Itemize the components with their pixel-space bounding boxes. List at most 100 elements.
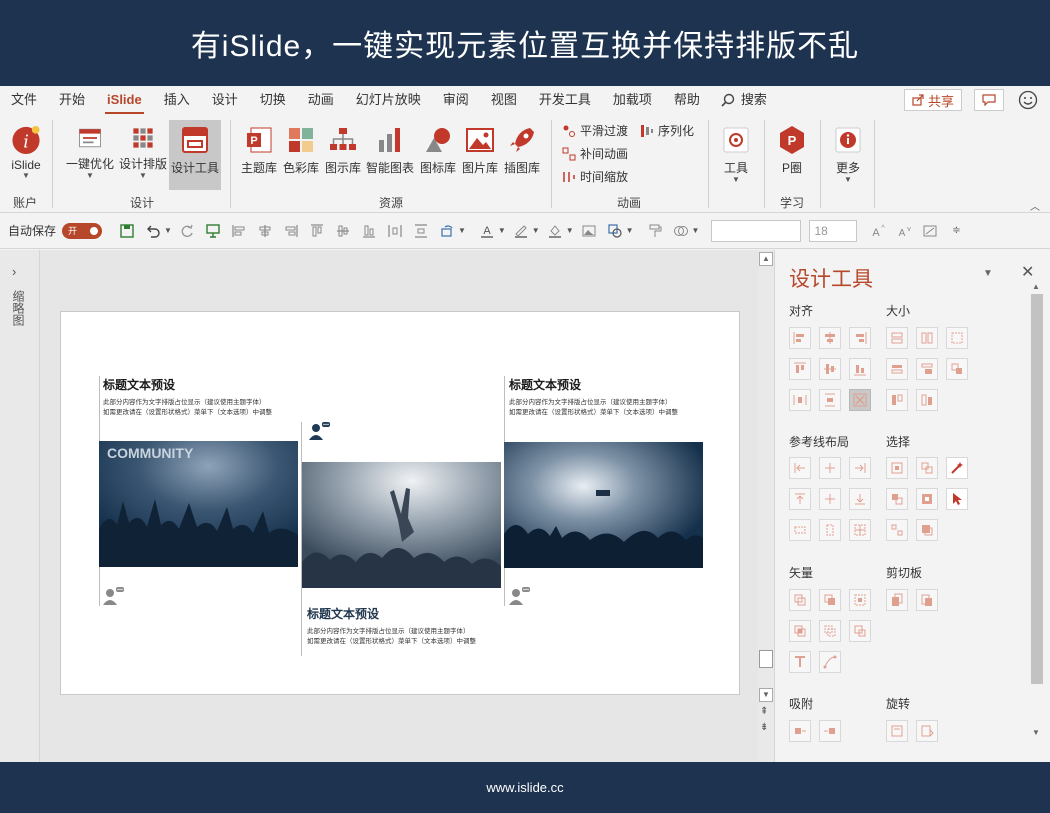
panel-scroll-up-icon[interactable]: ▲ bbox=[1032, 282, 1040, 291]
vector-subtract-tool[interactable] bbox=[819, 620, 841, 642]
align-top-icon[interactable] bbox=[306, 220, 328, 242]
vector-combine-tool[interactable] bbox=[819, 589, 841, 611]
one-click-optimize-button[interactable]: 一键优化 ▼ bbox=[62, 120, 118, 180]
serialize-button[interactable]: 序列化 bbox=[640, 122, 694, 139]
redo-icon[interactable] bbox=[176, 220, 198, 242]
guide-margin-h-tool[interactable] bbox=[789, 519, 811, 541]
guide-center-tool[interactable] bbox=[819, 457, 841, 479]
distribute-vertical-icon[interactable] bbox=[410, 220, 432, 242]
format-painter-icon[interactable] bbox=[644, 220, 666, 242]
align-right-icon[interactable] bbox=[280, 220, 302, 242]
feedback-smiley-icon[interactable] bbox=[1018, 90, 1038, 110]
align-middle-icon[interactable] bbox=[332, 220, 354, 242]
decrease-font-icon[interactable]: Av bbox=[893, 220, 915, 242]
color-library-button[interactable]: 色彩库 bbox=[281, 120, 321, 176]
search-box[interactable]: 搜索 bbox=[711, 86, 778, 114]
share-button[interactable]: 共享 bbox=[903, 89, 962, 111]
rotate-left-tool[interactable] bbox=[886, 720, 908, 742]
tab-review[interactable]: 审阅 bbox=[432, 86, 480, 114]
select-same-size-tool[interactable] bbox=[916, 457, 938, 479]
align-bottom-icon[interactable] bbox=[358, 220, 380, 242]
cursor-select-tool[interactable] bbox=[946, 488, 968, 510]
close-icon[interactable]: ✕ bbox=[1021, 262, 1034, 282]
chevron-down-icon[interactable]: ▼ bbox=[532, 226, 540, 235]
align-left-tool[interactable] bbox=[789, 327, 811, 349]
slide-scrollbar[interactable]: ▲ ▼ ⇞ ⇟ bbox=[758, 250, 774, 762]
fill-height-tool[interactable] bbox=[886, 389, 908, 411]
tab-help[interactable]: 帮助 bbox=[663, 86, 711, 114]
tab-insert[interactable]: 插入 bbox=[153, 86, 201, 114]
photo-concert-phones[interactable] bbox=[504, 442, 703, 568]
snap-left-tool[interactable] bbox=[789, 720, 811, 742]
shapes-icon[interactable] bbox=[604, 220, 626, 242]
paste-tool[interactable] bbox=[916, 589, 938, 611]
align-bottom-tool[interactable] bbox=[849, 358, 871, 380]
clear-format-icon[interactable] bbox=[919, 220, 941, 242]
guide-middle-tool[interactable] bbox=[819, 488, 841, 510]
select-similar-tool[interactable] bbox=[886, 519, 908, 541]
chevron-down-icon[interactable]: ▼ bbox=[458, 226, 466, 235]
tab-file[interactable]: 文件 bbox=[0, 86, 48, 114]
next-slide-icon[interactable]: ⇟ bbox=[760, 722, 768, 733]
select-same-fill-tool[interactable] bbox=[886, 488, 908, 510]
font-size-select[interactable]: 18 bbox=[809, 219, 858, 242]
swap-position-tool[interactable] bbox=[849, 389, 871, 411]
stretch-height-tool[interactable] bbox=[916, 358, 938, 380]
font-color-icon[interactable]: A bbox=[476, 220, 498, 242]
vector-split-tool[interactable] bbox=[849, 620, 871, 642]
slide-title-right[interactable]: 标题文本预设 bbox=[509, 376, 581, 393]
align-top-tool[interactable] bbox=[789, 358, 811, 380]
more-button[interactable]: 更多 ▼ bbox=[828, 120, 868, 184]
slide-text-right-1[interactable]: 此部分内容作为文字排版占位显示（建议使用主题字体） bbox=[509, 398, 672, 408]
theme-library-button[interactable]: P 主题库 bbox=[238, 120, 280, 176]
align-center-tool[interactable] bbox=[819, 327, 841, 349]
tab-design[interactable]: 设计 bbox=[201, 86, 249, 114]
increase-font-icon[interactable]: A ^ bbox=[867, 220, 889, 242]
fill-color-icon[interactable] bbox=[544, 220, 566, 242]
line-color-icon[interactable] bbox=[510, 220, 532, 242]
same-height-tool[interactable] bbox=[916, 327, 938, 349]
tab-addins[interactable]: 加载项 bbox=[602, 86, 663, 114]
scroll-thumb[interactable] bbox=[759, 650, 773, 668]
font-name-select[interactable] bbox=[711, 219, 802, 242]
chevron-down-icon[interactable]: ▼ bbox=[626, 226, 634, 235]
photo-concert-hands[interactable] bbox=[302, 462, 501, 588]
tab-view[interactable]: 视图 bbox=[480, 86, 528, 114]
slide-text-left-2[interactable]: 如需更改请在（设置形状格式）菜单下（文本选项）中调整 bbox=[103, 408, 272, 418]
rotate-right-tool[interactable] bbox=[916, 720, 938, 742]
vector-union-tool[interactable] bbox=[789, 589, 811, 611]
fill-width-tool[interactable] bbox=[916, 389, 938, 411]
slide[interactable]: 标题文本预设 此部分内容作为文字排版占位显示（建议使用主题字体） 如需更改请在（… bbox=[60, 311, 740, 695]
tab-slideshow[interactable]: 幻灯片放映 bbox=[345, 86, 432, 114]
match-size-tool[interactable] bbox=[946, 358, 968, 380]
distribute-vertical-tool[interactable] bbox=[819, 389, 841, 411]
comments-button[interactable] bbox=[974, 89, 1004, 111]
present-icon[interactable] bbox=[202, 220, 224, 242]
slide-text-middle-1[interactable]: 此部分内容作为文字排版占位显示（建议使用主题字体） bbox=[307, 627, 470, 637]
image-library-button[interactable]: 图片库 bbox=[459, 120, 501, 176]
edit-points-tool[interactable] bbox=[819, 651, 841, 673]
design-layout-button[interactable]: 设计排版 ▼ bbox=[116, 120, 170, 180]
guide-bottom-tool[interactable] bbox=[849, 488, 871, 510]
stretch-width-tool[interactable] bbox=[886, 358, 908, 380]
tools-button[interactable]: 工具 ▼ bbox=[716, 120, 756, 184]
autosave-toggle[interactable]: 开 bbox=[62, 222, 103, 239]
undo-icon[interactable] bbox=[142, 220, 164, 242]
vector-intersect-tool[interactable] bbox=[789, 620, 811, 642]
panel-scrollbar[interactable] bbox=[1031, 294, 1043, 684]
guide-grid-tool[interactable] bbox=[849, 519, 871, 541]
diagram-library-button[interactable]: 图示库 bbox=[322, 120, 364, 176]
tab-home[interactable]: 开始 bbox=[48, 86, 96, 114]
customize-toolbar-icon[interactable]: ≑ bbox=[945, 220, 967, 242]
chevron-down-icon[interactable]: ▼ bbox=[692, 226, 700, 235]
photo-community-crowd[interactable]: COMMUNITY bbox=[99, 441, 298, 567]
panel-options-icon[interactable]: ▼ bbox=[983, 268, 993, 279]
previous-slide-icon[interactable]: ⇞ bbox=[760, 706, 768, 717]
snap-right-tool[interactable] bbox=[819, 720, 841, 742]
align-left-icon[interactable] bbox=[228, 220, 250, 242]
chevron-down-icon[interactable]: ▼ bbox=[566, 226, 574, 235]
align-right-tool[interactable] bbox=[849, 327, 871, 349]
guide-top-tool[interactable] bbox=[789, 488, 811, 510]
icon-library-button[interactable]: 图标库 bbox=[418, 120, 458, 176]
slide-text-middle-2[interactable]: 如需更改请在（设置形状格式）菜单下（文本选项）中调整 bbox=[307, 637, 476, 647]
